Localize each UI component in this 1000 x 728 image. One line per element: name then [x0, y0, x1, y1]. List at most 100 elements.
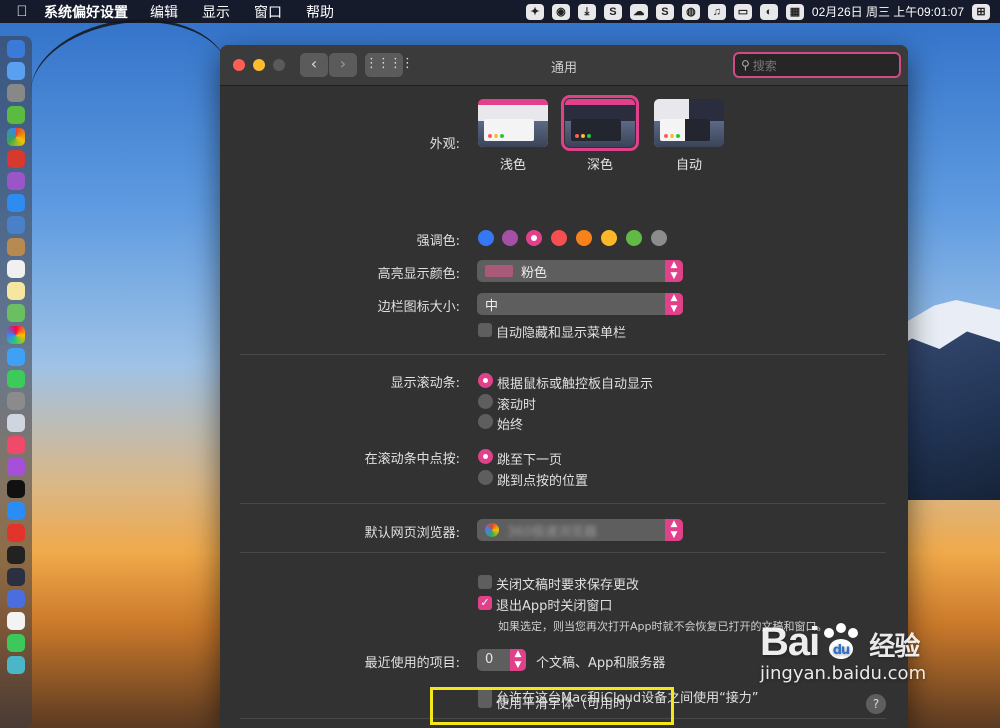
window-titlebar: ‹ › ⋮⋮⋮⋮ 通用 ⚲ 搜索: [220, 45, 908, 86]
scrollbars-when-scrolling-radio[interactable]: [478, 394, 493, 409]
terminal-icon[interactable]: [7, 546, 25, 564]
wechat-icon[interactable]: [7, 634, 25, 652]
fox-icon[interactable]: ✦: [525, 3, 544, 20]
search-placeholder: 搜索: [752, 58, 777, 73]
click-jump-spot-radio[interactable]: [478, 470, 493, 485]
music-icon[interactable]: ♫: [707, 3, 726, 20]
calendar-icon[interactable]: ▦: [785, 3, 804, 20]
display-icon[interactable]: ▭: [733, 3, 752, 20]
podcasts-icon[interactable]: [7, 458, 25, 476]
activity-monitor-icon[interactable]: [7, 568, 25, 586]
auto-hide-menubar-label[interactable]: 自动隐藏和显示菜单栏: [496, 322, 626, 341]
facetime-icon[interactable]: [7, 370, 25, 388]
keynote-icon[interactable]: [7, 414, 25, 432]
s-square-icon[interactable]: S: [655, 3, 674, 20]
app-store-icon[interactable]: [7, 502, 25, 520]
accent-color-label: 强调色:: [416, 234, 460, 249]
menu-edit[interactable]: 编辑: [150, 2, 178, 22]
highlight-swatch: [485, 265, 513, 277]
notes-icon[interactable]: [7, 282, 25, 300]
download-icon[interactable]: ⤓: [577, 3, 596, 20]
teal-app-icon[interactable]: [7, 656, 25, 674]
ask-keep-changes-label[interactable]: 关闭文稿时要求保存更改: [496, 574, 639, 593]
menu-help[interactable]: 帮助: [306, 2, 334, 22]
red-app-icon[interactable]: [7, 150, 25, 168]
calendar-dock-icon[interactable]: [7, 260, 25, 278]
sidebar-icon-size-popup[interactable]: 中 ▲ ▼: [477, 293, 683, 315]
highlight-color-popup[interactable]: 粉色 ▲ ▼: [477, 260, 683, 282]
blue-app-icon[interactable]: [7, 590, 25, 608]
globe-icon[interactable]: ◍: [681, 3, 700, 20]
accent-orange-swatch[interactable]: [576, 230, 592, 246]
white-app-icon[interactable]: [7, 612, 25, 630]
purple-app-icon[interactable]: [7, 172, 25, 190]
recent-items-stepper[interactable]: 0 ▲ ▼: [477, 649, 526, 671]
contacts-icon[interactable]: [7, 238, 25, 256]
default-browser-popup[interactable]: 360极速浏览器 ▲ ▼: [477, 519, 683, 541]
dial-icon[interactable]: ◐: [759, 3, 778, 20]
safari-icon[interactable]: [7, 194, 25, 212]
accent-pink-swatch[interactable]: [526, 230, 542, 246]
section-divider: [240, 552, 886, 553]
accent-red-swatch[interactable]: [551, 230, 567, 246]
menu-app-name[interactable]: 系统偏好设置: [44, 2, 128, 22]
appearance-dark-label[interactable]: 深色: [565, 154, 635, 173]
appearance-light-label[interactable]: 浅色: [478, 154, 548, 173]
click-jump-spot-label[interactable]: 跳到点按的位置: [497, 470, 588, 489]
control-center-icon[interactable]: ⊞: [972, 3, 990, 20]
menu-clock[interactable]: 02月26日 周三 上午09:01:07: [812, 3, 964, 20]
scrollbars-always-label[interactable]: 始终: [497, 414, 523, 433]
baidu-jingyan-watermark: Bai du 经验 jingyan.baidu.com: [760, 620, 1000, 720]
sidebar-icon-size-value: 中: [485, 298, 499, 314]
annotation-highlight-box: [430, 687, 674, 725]
menu-view[interactable]: 显示: [202, 2, 230, 22]
accent-purple-swatch[interactable]: [502, 230, 518, 246]
scrollbars-when-scrolling-label[interactable]: 滚动时: [497, 394, 536, 413]
ghost-icon[interactable]: ☁: [629, 3, 648, 20]
recent-items-label: 最近使用的项目:: [364, 656, 460, 671]
show-scrollbars-label: 显示滚动条:: [390, 376, 460, 391]
chrome-icon[interactable]: [7, 128, 25, 146]
ask-keep-changes-checkbox[interactable]: [478, 575, 492, 589]
circle-app-icon[interactable]: ◉: [551, 3, 570, 20]
scrollbars-auto-label[interactable]: 根据鼠标或触控板自动显示: [497, 373, 653, 392]
android-icon[interactable]: [7, 106, 25, 124]
accent-blue-swatch[interactable]: [478, 230, 494, 246]
paw-icon: du: [824, 623, 859, 659]
appearance-auto-thumb[interactable]: [654, 99, 724, 147]
appearance-auto-label[interactable]: 自动: [654, 154, 724, 173]
close-windows-checkbox[interactable]: ✓: [478, 596, 492, 610]
close-windows-label[interactable]: 退出App时关闭窗口: [496, 595, 612, 614]
music-dock-icon[interactable]: [7, 436, 25, 454]
highlight-color-value: 粉色: [521, 265, 548, 281]
appearance-light-thumb[interactable]: [478, 99, 548, 147]
siri-icon[interactable]: [7, 62, 25, 80]
accent-yellow-swatch[interactable]: [601, 230, 617, 246]
auto-hide-menubar-checkbox[interactable]: [478, 323, 492, 337]
apple-tv-icon[interactable]: [7, 480, 25, 498]
s-app-icon[interactable]: S: [603, 3, 622, 20]
accent-graphite-swatch[interactable]: [651, 230, 667, 246]
finder-icon[interactable]: [7, 40, 25, 58]
scrollbars-auto-radio[interactable]: [478, 373, 493, 388]
preview-icon[interactable]: [7, 216, 25, 234]
menu-window[interactable]: 窗口: [254, 2, 282, 22]
scrollbars-always-radio[interactable]: [478, 414, 493, 429]
click-next-page-radio[interactable]: [478, 449, 493, 464]
system-preferences-icon[interactable]: [7, 392, 25, 410]
vivaldi-icon[interactable]: [7, 524, 25, 542]
search-field[interactable]: ⚲ 搜索: [733, 52, 901, 78]
recent-items-suffix: 个文稿、App和服务器: [536, 656, 666, 671]
appearance-dark-thumb[interactable]: [561, 95, 639, 151]
browser-icon: [485, 523, 499, 537]
messages-icon[interactable]: [7, 348, 25, 366]
menu-bar:  系统偏好设置 编辑 显示 窗口 帮助 ✦ ◉ ⤓ S ☁ S ◍ ♫ ▭ ◐…: [0, 0, 1000, 23]
apple-icon[interactable]: : [0, 3, 44, 20]
default-browser-value: 360极速浏览器: [507, 524, 597, 540]
click-next-page-label[interactable]: 跳至下一页: [497, 449, 562, 468]
maps-icon[interactable]: [7, 304, 25, 322]
launchpad-icon[interactable]: [7, 84, 25, 102]
photos-icon[interactable]: [7, 326, 25, 344]
sidebar-icon-size-label: 边栏图标大小:: [377, 300, 460, 315]
accent-green-swatch[interactable]: [626, 230, 642, 246]
